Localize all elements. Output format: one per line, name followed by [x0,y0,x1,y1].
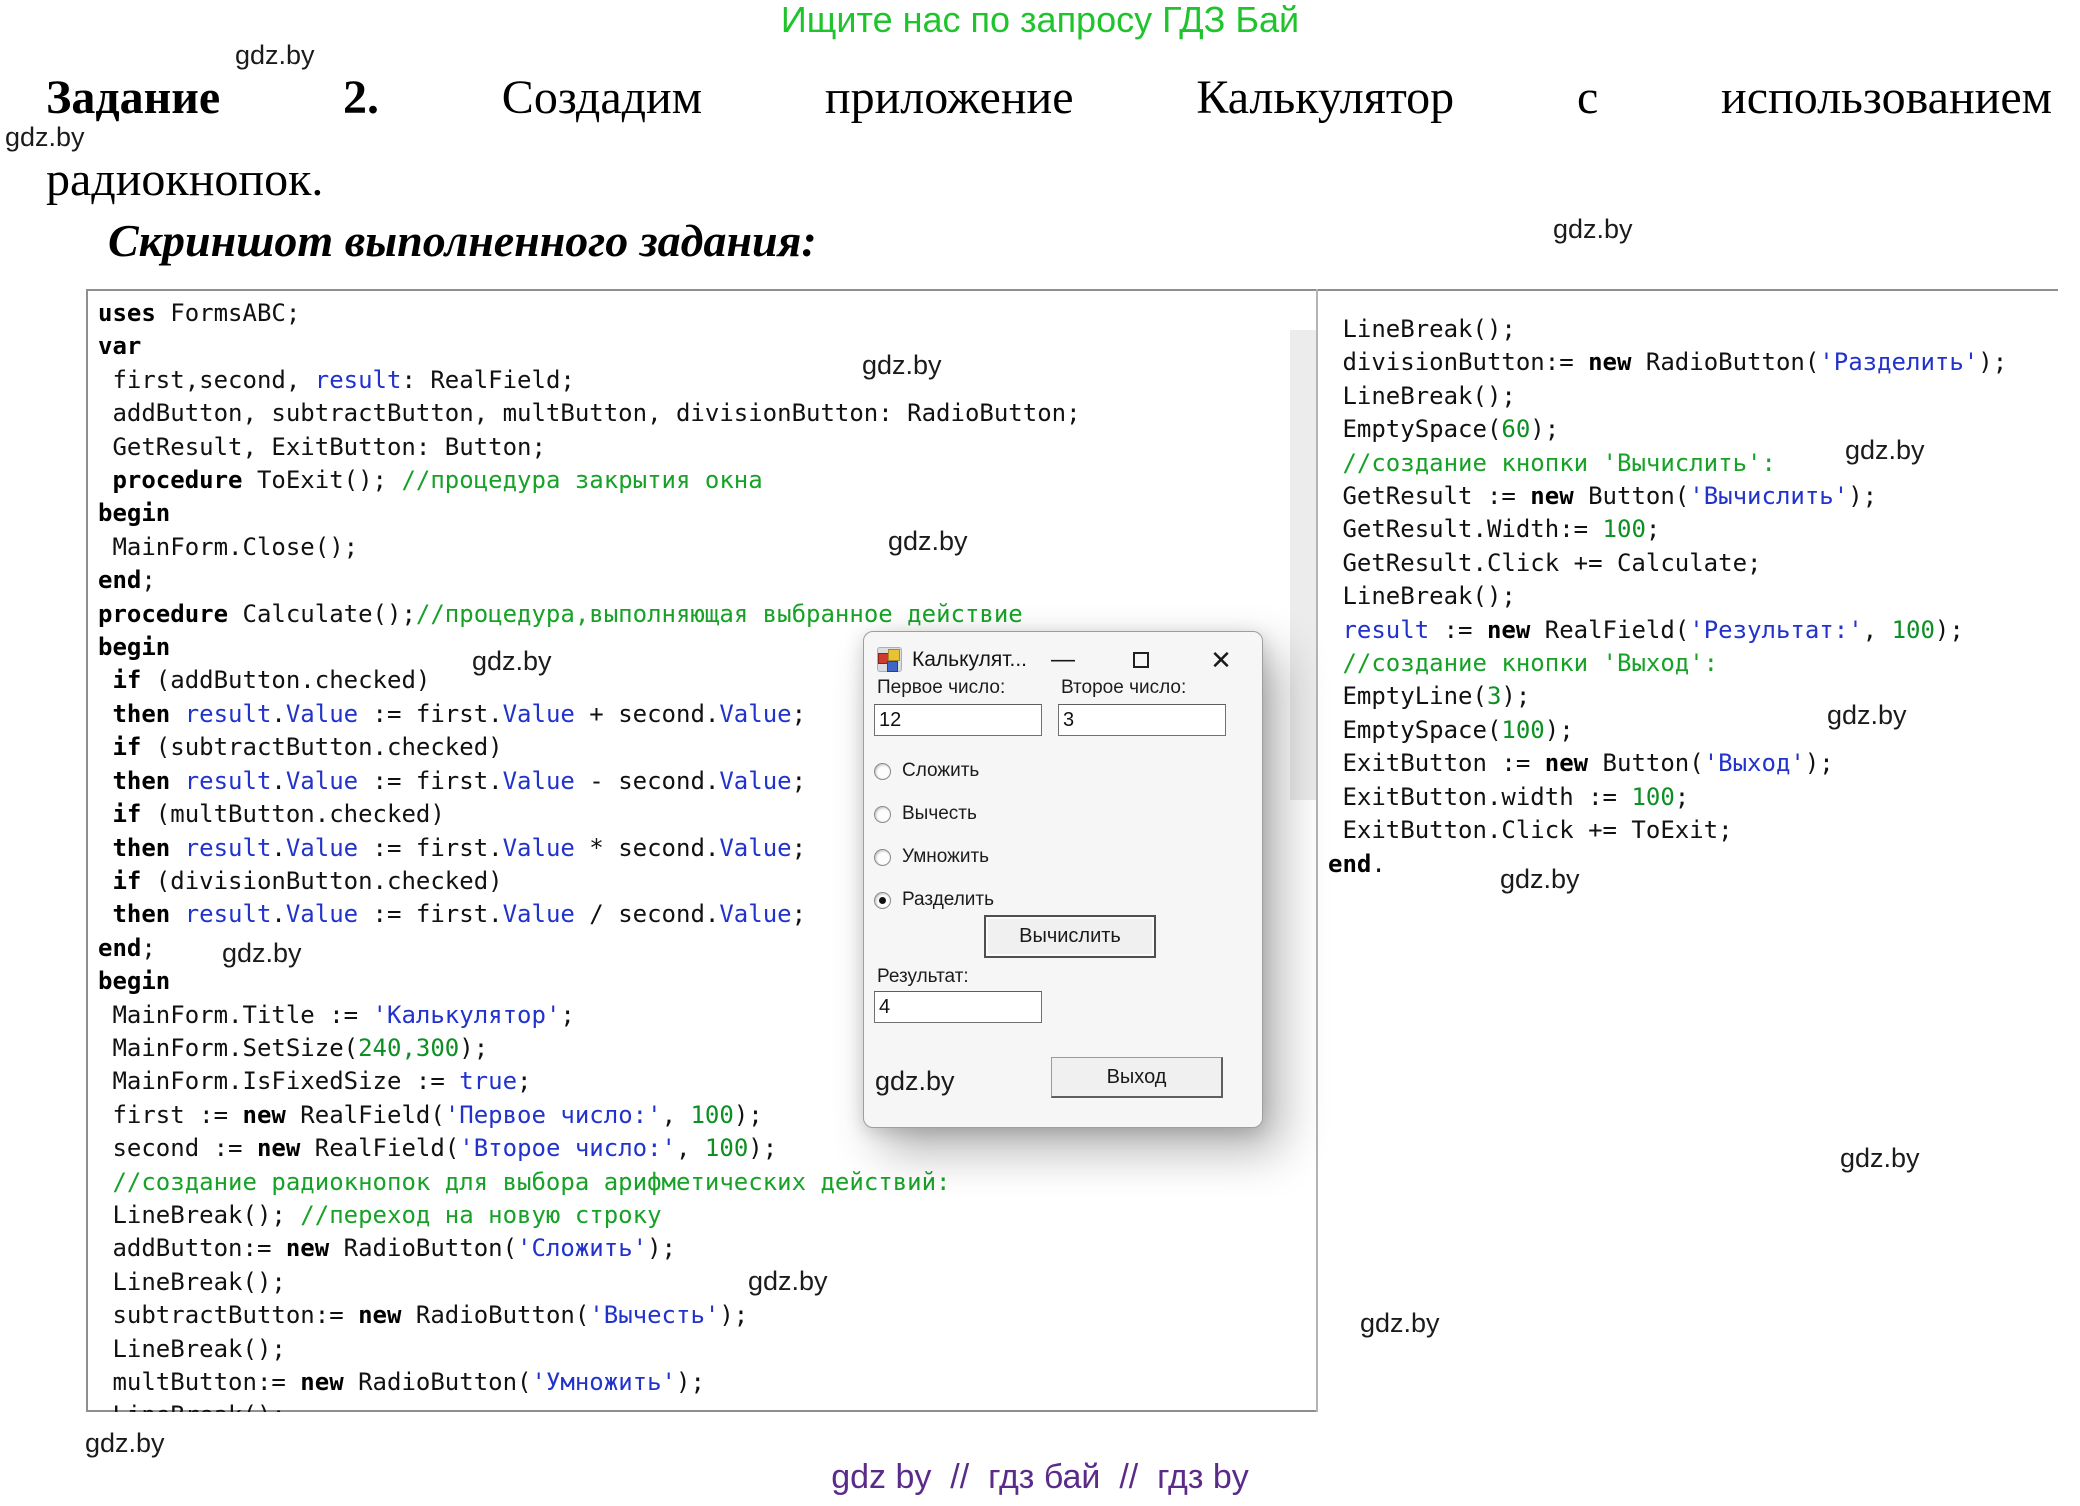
code-line: begin [98,497,1288,530]
code-line: ExitButton := new Button('Выход'); [1328,747,2052,780]
code-line: MainForm.Close(); [98,531,1288,564]
screenshot-subheading: Скриншот выполненного задания: [108,214,817,267]
code-line: LineBreak(); [98,1399,1288,1412]
column-divider [1316,289,1318,1412]
watermark: gdz.by [472,646,552,676]
code-line: end. [1328,848,2052,881]
radio-icon [874,806,891,823]
close-button[interactable]: ✕ [1198,632,1244,688]
code-line: GetResult.Width:= 100; [1328,513,2052,546]
calculate-button[interactable]: Вычислить [984,915,1156,958]
code-line: LineBreak(); [1328,313,2052,346]
code-line: //создание кнопки 'Вычислить': [1328,447,2052,480]
code-line: multButton:= new RadioButton('Умножить')… [98,1366,1288,1399]
watermark: gdz.by [748,1266,828,1296]
watermark: gdz.by [875,1066,955,1096]
task-heading: Задание 2. Создадим приложение Калькулят… [46,70,2052,126]
watermark: gdz.by [1840,1143,1920,1173]
calculator-window: Калькулят... — ✕ Первое число: Второе чи… [863,631,1263,1128]
watermark: gdz.by [1553,214,1633,244]
radio-option-1[interactable]: Сложить [874,759,979,783]
code-line: LineBreak(); [1328,580,2052,613]
radio-icon [874,763,891,780]
watermark: gdz.by [5,122,85,152]
first-number-label: Первое число: [877,677,1005,699]
code-line: EmptySpace(60); [1328,413,2052,446]
code-line: divisionButton:= new RadioButton('Раздел… [1328,346,2052,379]
radio-option-3[interactable]: Умножить [874,845,989,869]
footer-text: gdz by // гдз бай // гдз by [0,1458,2080,1497]
exit-button[interactable]: Выход [1051,1057,1223,1098]
code-line: addButton, subtractButton, multButton, d… [98,397,1288,430]
code-line: addButton:= new RadioButton('Сложить'); [98,1232,1288,1265]
maximize-icon [1133,652,1149,668]
code-line: EmptySpace(100); [1328,714,2052,747]
code-line: LineBreak(); [1328,380,2052,413]
task-heading-text: Создадим приложение Калькулятор с исполь… [502,71,2052,124]
radio-option-4[interactable]: Разделить [874,888,994,912]
code-line: ExitButton.Click += ToExit; [1328,814,2052,847]
code-line: second := new RealField('Второе число:',… [98,1132,1288,1165]
watermark: gdz.by [1827,700,1907,730]
scrollbar-thumb[interactable] [1290,330,1316,800]
watermark: gdz.by [1500,864,1580,894]
first-number-input[interactable] [874,704,1042,736]
watermark: gdz.by [222,938,302,968]
radio-label: Умножить [902,846,989,868]
result-label: Результат: [877,966,969,988]
task-heading-number: Задание 2. [46,71,379,124]
code-line: uses FormsABC; [98,297,1288,330]
code-line: LineBreak(); //переход на новую строку [98,1199,1288,1232]
second-number-label: Второе число: [1061,677,1186,699]
code-line: first,second, result: RealField; [98,364,1288,397]
code-line: LineBreak(); [98,1266,1288,1299]
radio-icon [874,849,891,866]
code-line: end; [98,564,1288,597]
watermark: gdz.by [85,1428,165,1458]
radio-option-2[interactable]: Вычесть [874,802,977,826]
code-line: LineBreak(); [98,1333,1288,1366]
watermark: gdz.by [235,40,315,70]
app-icon [876,646,903,673]
code-line: procedure Calculate();//процедура,выполн… [98,598,1288,631]
code-line: GetResult, ExitButton: Button; [98,431,1288,464]
code-column-right: LineBreak(); divisionButton:= new RadioB… [1328,313,2052,881]
promo-banner: Ищите нас по запросу ГДЗ Бай [0,0,2080,40]
second-number-input[interactable] [1058,704,1226,736]
code-line: GetResult.Click += Calculate; [1328,547,2052,580]
watermark: gdz.by [888,526,968,556]
watermark: gdz.by [1845,435,1925,465]
window-title: Калькулят... [912,648,1027,672]
code-line: //создание кнопки 'Выход': [1328,647,2052,680]
code-line: GetResult := new Button('Вычислить'); [1328,480,2052,513]
task-heading-line2: радиокнопок. [46,152,323,207]
code-line: procedure ToExit(); //процедура закрытия… [98,464,1288,497]
code-line: ExitButton.width := 100; [1328,781,2052,814]
radio-label: Сложить [902,760,979,782]
result-input[interactable] [874,991,1042,1023]
code-line: result := new RealField('Результат:', 10… [1328,614,2052,647]
code-line: //создание радиокнопок для выбора арифме… [98,1166,1288,1199]
code-line: var [98,330,1288,363]
radio-label: Вычесть [902,803,977,825]
radio-label: Разделить [902,889,994,911]
code-line: subtractButton:= new RadioButton('Вычест… [98,1299,1288,1332]
watermark: gdz.by [862,350,942,380]
watermark: gdz.by [1360,1308,1440,1338]
radio-icon [874,892,891,909]
code-line: EmptyLine(3); [1328,680,2052,713]
